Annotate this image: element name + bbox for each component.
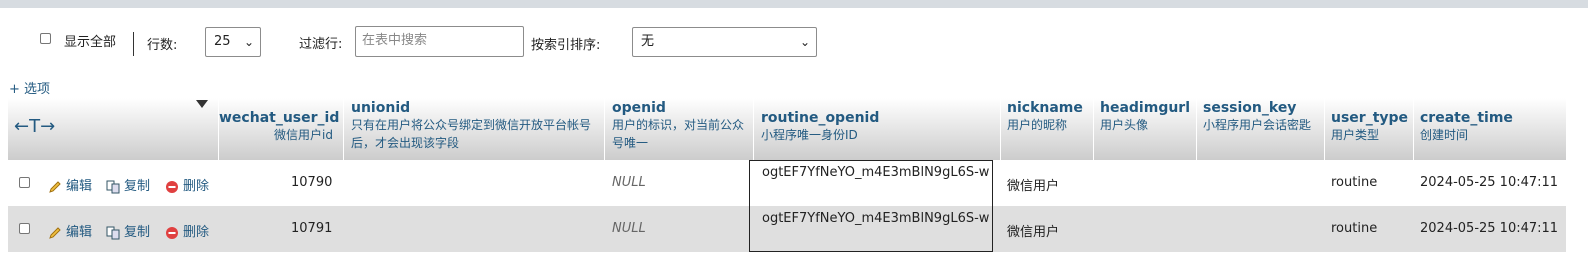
col-headimgurl[interactable]: headimgurl 用户头像 (1094, 98, 1196, 160)
copy-button[interactable]: 复制 (106, 221, 150, 240)
col-name: create_time (1420, 110, 1513, 126)
cell-user-type[interactable]: routine (1331, 175, 1377, 190)
cell-user-type[interactable]: routine (1331, 221, 1377, 236)
sort-select[interactable]: 无 ⌄ (632, 27, 817, 57)
col-name: user_type (1331, 110, 1409, 126)
options-link[interactable]: + 选项 (9, 78, 50, 97)
edit-button[interactable]: 编辑 (48, 175, 92, 194)
chevron-down-icon: ⌄ (243, 35, 254, 49)
edit-label: 编辑 (66, 179, 93, 194)
col-unionid[interactable]: unionid 只有在用户将公众号绑定到微信开放平台帐号后，才会出现该字段 (344, 98, 604, 160)
copy-icon (106, 226, 120, 239)
cell-wechat-user-id[interactable]: 10791 (291, 221, 332, 236)
delete-icon (166, 180, 178, 193)
chevron-down-icon: ⌄ (799, 35, 810, 49)
column-nav-arrows[interactable]: ←T→ (14, 116, 55, 137)
col-comment: 小程序用户会话密匙 (1203, 118, 1312, 132)
pencil-icon (49, 226, 61, 239)
delete-label: 删除 (183, 179, 210, 194)
col-comment: 只有在用户将公众号绑定到微信开放平台帐号后，才会出现该字段 (351, 118, 592, 150)
col-openid[interactable]: openid 用户的标识，对当前公众号唯一 (605, 98, 753, 160)
col-name: wechat_user_id (219, 110, 340, 126)
delete-button[interactable]: 删除 (165, 175, 209, 194)
col-comment: 用户的标识，对当前公众号唯一 (612, 118, 745, 150)
col-name: session_key (1203, 100, 1297, 116)
cell-create-time[interactable]: 2024-05-25 10:47:11 (1420, 175, 1558, 190)
cell-openid[interactable]: NULL (612, 221, 646, 236)
filter-placeholder: 在表中搜索 (362, 33, 428, 48)
col-routine-openid[interactable]: routine_openid 小程序唯一身份ID (754, 98, 1000, 160)
copy-icon (106, 180, 120, 193)
col-comment: 用户的昵称 (1007, 118, 1068, 132)
top-bar (0, 0, 1588, 8)
col-comment: 微信用户id (274, 128, 333, 142)
col-user-type[interactable]: user_type 用户类型 (1325, 98, 1413, 160)
show-all-checkbox[interactable] (40, 33, 51, 44)
delete-button[interactable]: 删除 (165, 221, 209, 240)
sort-label: 按索引排序: (531, 38, 601, 53)
sort-value: 无 (641, 34, 655, 49)
rows-label: 行数: (147, 38, 178, 53)
col-nickname[interactable]: nickname 用户的昵称 (1001, 98, 1093, 160)
cell-create-time[interactable]: 2024-05-25 10:47:11 (1420, 221, 1558, 236)
cell-nickname[interactable]: 微信用户 (1007, 221, 1059, 240)
cell-wechat-user-id[interactable]: 10790 (291, 175, 332, 190)
col-name: unionid (351, 100, 411, 116)
cell-openid[interactable]: NULL (612, 175, 646, 190)
edit-label: 编辑 (66, 225, 93, 240)
show-all-label[interactable]: 显示全部 (64, 31, 116, 50)
col-name: routine_openid (761, 110, 880, 126)
col-create-time[interactable]: create_time 创建时间 (1414, 98, 1566, 160)
copy-button[interactable]: 复制 (106, 175, 150, 194)
triangle-down-icon[interactable] (196, 100, 208, 108)
copy-label: 复制 (124, 225, 151, 240)
delete-icon (166, 226, 178, 239)
delete-label: 删除 (183, 225, 210, 240)
row-checkbox[interactable] (19, 177, 30, 188)
col-comment: 用户头像 (1100, 118, 1149, 132)
col-name: headimgurl (1100, 100, 1191, 116)
table-controls: 显示全部 行数: 25 ⌄ 过滤行: 在表中搜索 按索引排序: 无 ⌄ (0, 22, 1588, 62)
rows-value: 25 (214, 34, 231, 49)
col-name: openid (612, 100, 666, 116)
edit-button[interactable]: 编辑 (48, 221, 92, 240)
col-session-key[interactable]: session_key 小程序用户会话密匙 (1197, 98, 1324, 160)
col-comment: 创建时间 (1420, 128, 1469, 142)
copy-label: 复制 (124, 179, 151, 194)
nav-arrows-header: ←T→ (8, 98, 218, 160)
col-name: nickname (1007, 100, 1083, 116)
rows-select[interactable]: 25 ⌄ (205, 27, 261, 57)
col-wechat-user-id[interactable]: wechat_user_id 微信用户id (219, 98, 343, 160)
cell-nickname[interactable]: 微信用户 (1007, 175, 1059, 194)
table-header: ←T→ wechat_user_id 微信用户id unionid 只有在用户将… (8, 98, 1566, 160)
filter-input[interactable]: 在表中搜索 (355, 26, 524, 57)
divider (133, 32, 134, 56)
filter-label: 过滤行: (299, 37, 343, 52)
routine-openid-selection-box (749, 160, 993, 252)
col-comment: 用户类型 (1331, 128, 1380, 142)
pencil-icon (49, 180, 61, 193)
row-checkbox[interactable] (19, 223, 30, 234)
col-comment: 小程序唯一身份ID (761, 128, 858, 142)
